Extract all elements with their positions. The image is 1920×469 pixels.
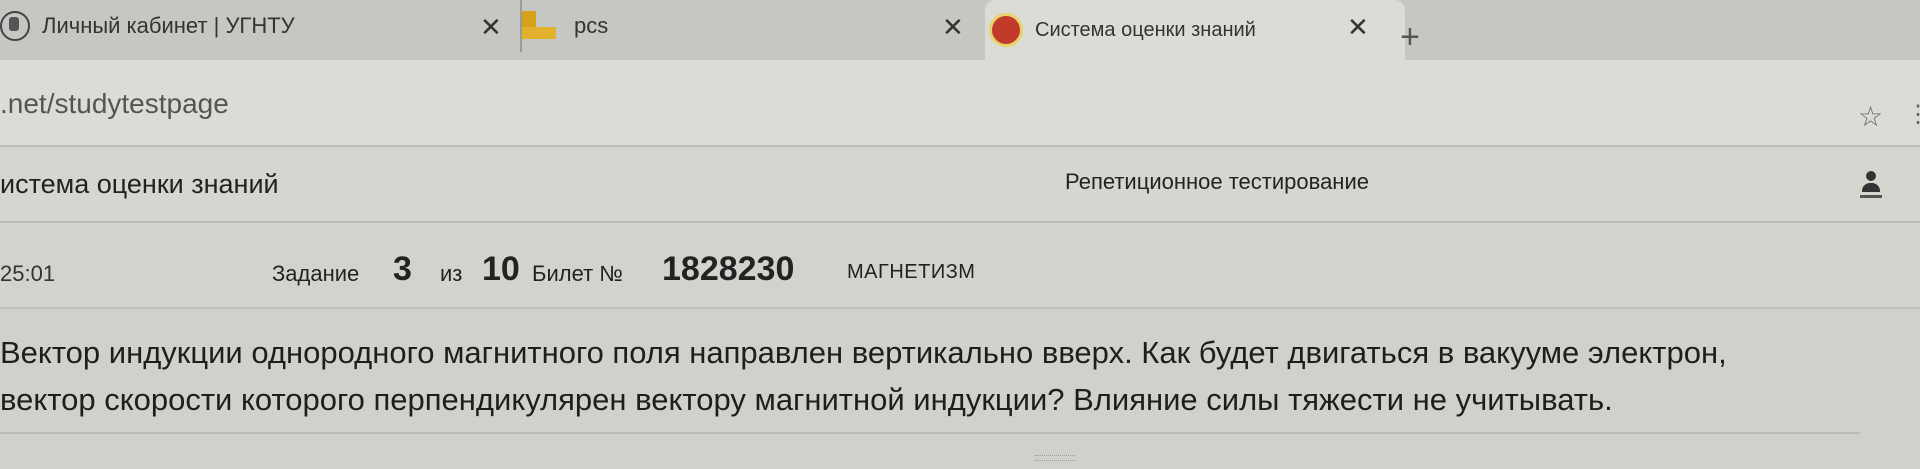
site-title: истема оценки знаний [0, 169, 279, 199]
user-icon[interactable] [1860, 171, 1882, 201]
task-info-row: 25:01 Задание 3 из 10 Билет № 1828230 МА… [0, 223, 1920, 309]
test-mode-title: Репетиционное тестирование [1065, 169, 1369, 194]
question-text: Вектор индукции однородного магнитного п… [0, 329, 1860, 423]
of-label: из [440, 261, 463, 286]
close-tab-icon[interactable]: ✕ [480, 12, 502, 43]
bookmark-star-icon[interactable]: ☆ [1858, 100, 1883, 133]
ticket-number: 1828230 [662, 250, 795, 288]
new-tab-button[interactable]: + [1400, 18, 1420, 57]
tab-pcs[interactable]: pcs ✕ [520, 0, 982, 52]
tab-personal-cabinet[interactable]: Личный кабинет | УГНТУ ✕ [0, 0, 520, 52]
close-tab-icon[interactable]: ✕ [942, 12, 964, 43]
tab-strip: Личный кабинет | УГНТУ ✕ pcs ✕ Система о… [0, 0, 1920, 60]
url-field[interactable]: .net/studytestpage [0, 88, 229, 120]
task-total: 10 [482, 250, 520, 288]
tab-title: Система оценки знаний [1035, 18, 1256, 41]
question-line: вектор скорости которого перпендикулярен… [0, 382, 1613, 417]
divider [0, 432, 1860, 434]
resize-grip[interactable] [1035, 455, 1075, 461]
browser-menu-icon[interactable]: ⋮ [1906, 100, 1920, 129]
ticket-label: Билет № [532, 261, 623, 286]
timer: 25:01 [0, 261, 56, 286]
site-emblem-icon [0, 11, 30, 41]
tab-title: Личный кабинет | УГНТУ [42, 13, 295, 38]
tab-knowledge-system[interactable]: Система оценки знаний ✕ [985, 0, 1405, 60]
tab-title: pcs [574, 13, 609, 38]
question-area: Вектор индукции однородного магнитного п… [0, 309, 1920, 469]
university-emblem-icon [989, 13, 1023, 47]
task-label: Задание [272, 261, 360, 286]
folder-icon [522, 9, 556, 43]
page-header: истема оценки знаний Репетиционное тести… [0, 147, 1920, 223]
topic-label: МАГНЕТИЗМ [847, 261, 976, 283]
question-line: Вектор индукции однородного магнитного п… [0, 335, 1727, 370]
task-number: 3 [393, 250, 412, 288]
address-bar: .net/studytestpage ☆ ⋮ [0, 60, 1920, 147]
close-tab-icon[interactable]: ✕ [1347, 12, 1369, 43]
